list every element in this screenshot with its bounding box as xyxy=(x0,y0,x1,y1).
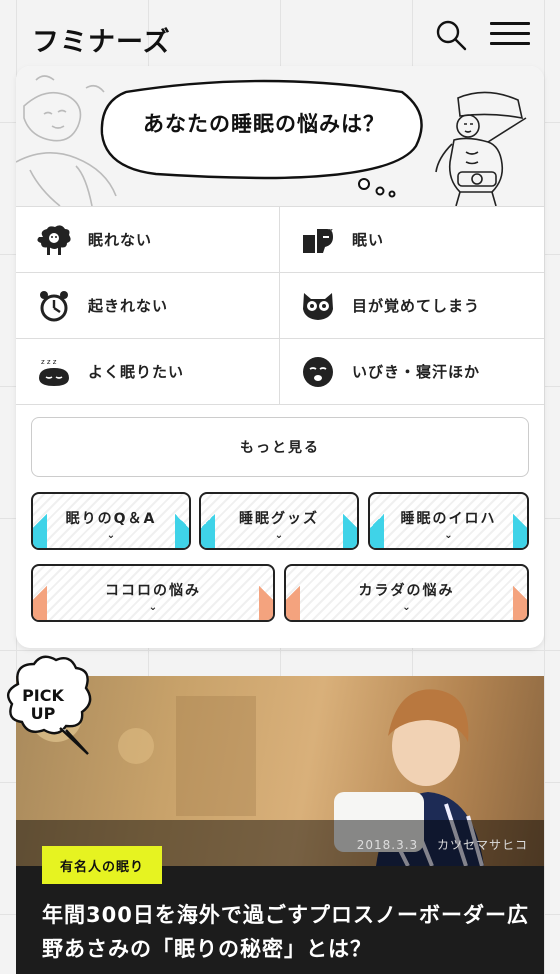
menu-icon-bar xyxy=(490,42,530,45)
worry-item-label: 眠い xyxy=(352,231,385,249)
category-button-basics[interactable]: 睡眠のイロハ ⌄ xyxy=(368,492,529,550)
hamburger-menu-button[interactable] xyxy=(490,20,530,48)
search-button[interactable] xyxy=(434,18,468,52)
site-logo[interactable]: フミナーズ xyxy=(32,20,171,59)
worry-row: 起きれない 目が覚めてしまう xyxy=(16,273,544,339)
hero-title: あなたの睡眠の悩みは？ xyxy=(143,112,385,136)
pickup-badge-text: UP xyxy=(30,704,56,723)
category-label: 眠りのQ＆A xyxy=(65,511,157,527)
worry-item-snoring[interactable]: いびき・寝汗ほか xyxy=(280,339,544,404)
category-button-goods[interactable]: 睡眠グッズ ⌄ xyxy=(199,492,359,550)
menu-icon-bar xyxy=(490,32,530,35)
owl-icon xyxy=(300,288,336,324)
chevron-down-icon: ⌄ xyxy=(274,530,284,541)
show-more-button[interactable]: もっと見る xyxy=(31,417,529,477)
worry-item-sleepy[interactable]: z 眠い xyxy=(280,207,544,272)
worry-item-label: いびき・寝汗ほか xyxy=(352,363,481,381)
article-author: カツセマサヒコ xyxy=(436,838,528,852)
worry-item-cant-sleep[interactable]: 眠れない xyxy=(16,207,280,272)
site-header: フミナーズ xyxy=(0,0,560,66)
worry-item-label: 起きれない xyxy=(88,297,169,315)
article-date: 2018.3.3 xyxy=(356,838,419,852)
worry-item-sleep-better[interactable]: z z z よく眠りたい xyxy=(16,339,280,404)
worry-row: z z z よく眠りたい いびき・寝汗ほか xyxy=(16,339,544,405)
category-label: 睡眠のイロハ xyxy=(400,511,497,527)
svg-text:z z z: z z z xyxy=(41,358,57,366)
article-meta: 2018.3.3 カツセマサヒコ xyxy=(343,836,528,853)
worry-item-label: 眠れない xyxy=(88,231,153,249)
worry-row: 眠れない z 眠い xyxy=(16,207,544,273)
sleepy-person-icon: z xyxy=(300,222,336,258)
sheep-icon xyxy=(36,222,72,258)
category-label: ココロの悩み xyxy=(105,583,201,599)
chevron-down-icon: ⌄ xyxy=(444,530,453,541)
hero-banner: あなたの睡眠の悩みは？ xyxy=(16,66,544,206)
svg-text:z: z xyxy=(329,227,333,235)
worry-item-label: よく眠りたい xyxy=(88,363,185,381)
snoring-face-icon xyxy=(300,354,336,390)
category-tag[interactable]: 有名人の眠り xyxy=(42,846,163,884)
chevron-down-icon: ⌄ xyxy=(106,530,116,541)
category-button-qa[interactable]: 眠りのQ＆A ⌄ xyxy=(31,492,191,550)
search-icon xyxy=(436,20,467,51)
chevron-down-icon: ⌄ xyxy=(148,602,158,613)
wrestler-illustration xyxy=(435,91,527,206)
sleep-worry-card: あなたの睡眠の悩みは？ 眠れない z 眠い 起きれない 目が覚めてしまう z z… xyxy=(16,66,544,648)
category-button-body[interactable]: カラダの悩み ⌄ xyxy=(284,564,529,622)
category-label: カラダの悩み xyxy=(358,583,455,599)
alarm-clock-icon xyxy=(36,288,72,324)
worry-item-label: 目が覚めてしまう xyxy=(352,297,481,315)
article-headline[interactable]: 年間300日を海外で過ごすプロスノーボーダー広野あさみの「眠りの秘密」とは？ xyxy=(42,898,532,966)
pickup-badge-text: PICK xyxy=(22,686,64,705)
pickup-badge: PICK UP xyxy=(4,654,104,762)
worry-item-cant-wake[interactable]: 起きれない xyxy=(16,273,280,338)
worry-grid: 眠れない z 眠い 起きれない 目が覚めてしまう z z z よく眠りたい いび… xyxy=(16,206,544,405)
category-label: 睡眠グッズ xyxy=(239,511,319,527)
menu-icon-bar xyxy=(490,22,530,25)
sleeping-face-icon: z z z xyxy=(36,354,72,390)
chevron-down-icon: ⌄ xyxy=(402,602,411,613)
category-button-mind[interactable]: ココロの悩み ⌄ xyxy=(31,564,275,622)
worry-item-wake-up-early[interactable]: 目が覚めてしまう xyxy=(280,273,544,338)
